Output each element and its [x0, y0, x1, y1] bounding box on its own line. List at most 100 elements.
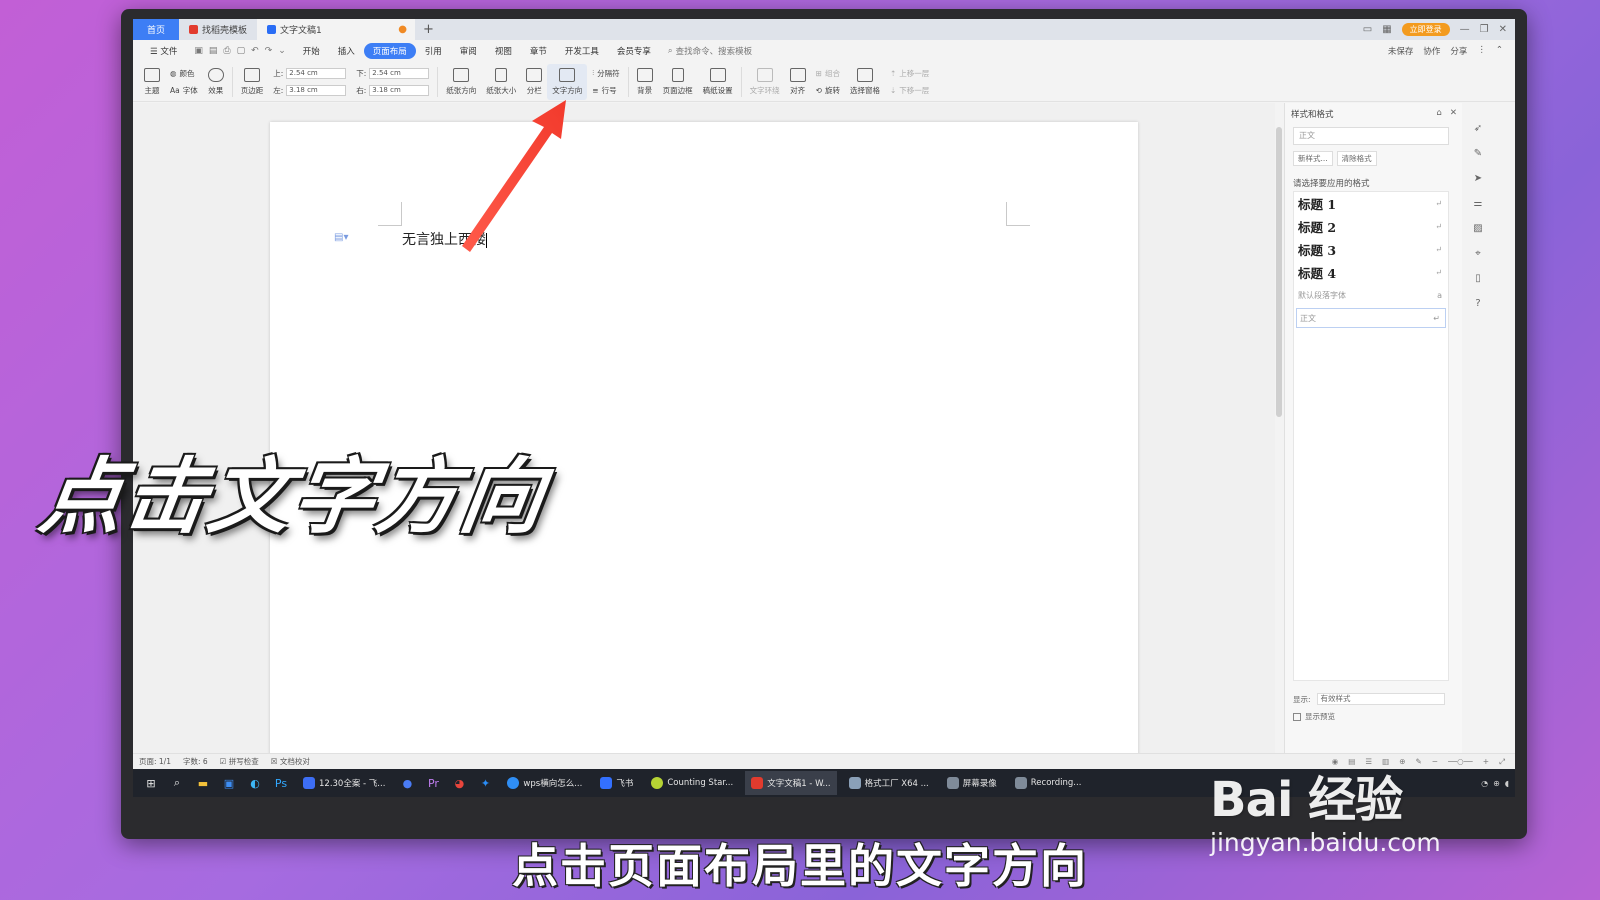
rotate-button[interactable]: ⟲ 旋转 [816, 85, 840, 96]
current-style-select[interactable]: 正文 [1293, 127, 1449, 145]
mail-icon[interactable]: ▣ [219, 773, 239, 793]
page-count[interactable]: 页面: 1/1 [139, 756, 171, 767]
sliders-icon[interactable]: ⚌ [1474, 198, 1483, 209]
layout-icon[interactable]: ▭ [1363, 24, 1372, 35]
volume-icon[interactable]: ◖ [1505, 779, 1509, 788]
proofread[interactable]: ☒ 文档校对 [271, 756, 310, 767]
font-button[interactable]: Aa 字体 [170, 85, 198, 96]
manuscript-button[interactable]: 稿纸设置 [698, 64, 738, 100]
maximize-button[interactable]: ❐ [1480, 24, 1489, 35]
taskbar-search-icon[interactable]: ⌕ [167, 773, 187, 793]
bring-forward-button[interactable]: ⇡ 上移一层 [890, 68, 929, 79]
browser-icon[interactable]: ◐ [245, 773, 265, 793]
send-backward-button[interactable]: ⇣ 下移一层 [890, 85, 929, 96]
tab-document[interactable]: 文字文稿1 ● [257, 19, 416, 40]
cursor-icon[interactable]: ➤ [1474, 173, 1482, 184]
apps-grid-icon[interactable]: ▦ [1382, 24, 1391, 35]
style-normal[interactable]: 正文 ↵ [1296, 308, 1446, 328]
style-heading-2[interactable]: 标题 2 ↵ [1294, 215, 1448, 238]
document-text[interactable]: 无言独上西楼 [402, 229, 487, 249]
page-border-button[interactable]: 页面边框 [658, 64, 698, 100]
location-icon[interactable]: ⌖ [1475, 248, 1481, 259]
menu-start[interactable]: 开始 [294, 43, 329, 59]
word-count[interactable]: 字数: 6 [183, 756, 208, 767]
redo-icon[interactable]: ↷ [265, 46, 273, 56]
select-pane-button[interactable]: 选择窗格 [845, 64, 885, 100]
menu-file[interactable]: ☰ 文件 [141, 43, 186, 59]
zoom-in-icon[interactable]: + [1483, 757, 1489, 767]
theme-button[interactable]: 主题 [139, 64, 165, 100]
network-icon[interactable]: ⊕ [1493, 779, 1500, 788]
align-button[interactable]: 对齐 [785, 64, 811, 100]
pen-icon[interactable]: ✎ [1416, 757, 1422, 767]
collaborate-button[interactable]: 协作 [1423, 45, 1440, 57]
share-button[interactable]: 分享 [1450, 45, 1467, 57]
tray-icon[interactable]: ◔ [1481, 779, 1488, 788]
clear-format-button[interactable]: 清除格式 [1336, 151, 1377, 166]
taskbar-app-format-factory[interactable]: 格式工厂 X64 ... [843, 771, 935, 795]
panel-close-icon[interactable]: ✕ [1450, 108, 1457, 120]
taskbar-app-feishu-doc[interactable]: 12.30全案 - 飞... [297, 771, 391, 795]
export-icon[interactable]: ▤ [209, 46, 218, 56]
show-preview-option[interactable]: 显示预览 [1293, 711, 1335, 722]
show-filter-select[interactable]: 有效样式 [1316, 693, 1445, 705]
windows-start-icon[interactable]: ⊞ [141, 773, 161, 793]
right-margin-input[interactable]: 3.18 cm [369, 84, 430, 96]
preview-icon[interactable]: ▢ [237, 46, 246, 56]
line-numbers-button[interactable]: ≡ 行号 [592, 85, 619, 96]
menu-insert[interactable]: 插入 [329, 43, 364, 59]
rocket-icon[interactable]: ➶ [1474, 123, 1482, 134]
vertical-scrollbar[interactable] [1275, 103, 1283, 753]
close-button[interactable]: ✕ [1499, 24, 1507, 35]
book-icon[interactable]: ▯ [1475, 273, 1481, 284]
zoom-out-icon[interactable]: − [1432, 757, 1438, 767]
new-style-button[interactable]: 新样式... [1293, 151, 1333, 166]
columns-button[interactable]: 分栏 [521, 64, 547, 100]
premiere-icon[interactable]: Pr [423, 773, 443, 793]
taskbar-app-music[interactable]: Counting Star... [645, 771, 739, 795]
show-preview-checkbox[interactable] [1293, 712, 1301, 721]
margins-button[interactable]: 页边距 [236, 64, 269, 100]
scrollbar-thumb[interactable] [1276, 127, 1282, 417]
text-wrap-button[interactable]: 文字环绕 [745, 64, 785, 100]
taskbar-app-wps-writer[interactable]: 文字文稿1 - W... [745, 771, 837, 795]
image-icon[interactable]: ▨ [1473, 223, 1482, 234]
new-tab-button[interactable]: + [415, 19, 442, 40]
menu-review[interactable]: 审阅 [451, 43, 486, 59]
taskbar-app-recording[interactable]: Recording... [1009, 771, 1088, 795]
menu-member[interactable]: 会员专享 [608, 43, 660, 59]
color-button[interactable]: ◍ 颜色 [170, 68, 198, 79]
print-icon[interactable]: ⎙ [223, 46, 230, 56]
collapse-ribbon-icon[interactable]: ⌃ [1496, 45, 1503, 57]
zoom-slider[interactable]: ──○── [1448, 757, 1473, 767]
help-icon[interactable]: ? [1475, 298, 1480, 309]
bird-icon[interactable]: ✦ [475, 773, 495, 793]
menu-page-layout[interactable]: 页面布局 [363, 43, 416, 59]
top-margin-input[interactable]: 2.54 cm [286, 67, 347, 79]
fullscreen-icon[interactable]: ⤢ [1499, 757, 1505, 767]
menu-dev-tools[interactable]: 开发工具 [556, 43, 608, 59]
minimize-button[interactable]: — [1460, 24, 1470, 35]
tab-templates[interactable]: 找稻壳模板 [179, 19, 257, 40]
menu-view[interactable]: 视图 [486, 43, 521, 59]
undo-icon[interactable]: ↶ [251, 46, 259, 56]
style-heading-1[interactable]: 标题 1 ↵ [1294, 192, 1448, 215]
tab-home[interactable]: 首页 [133, 19, 179, 40]
taskbar-app-feishu[interactable]: 飞书 [594, 771, 639, 795]
style-heading-4[interactable]: 标题 4 ↵ [1294, 261, 1448, 284]
menu-chapter[interactable]: 章节 [521, 43, 556, 59]
group-button[interactable]: ⊞ 组合 [816, 68, 840, 79]
brush-icon[interactable]: ✎ [1474, 148, 1482, 159]
photoshop-icon[interactable]: Ps [271, 773, 291, 793]
style-default-font[interactable]: 默认段落字体 a [1294, 284, 1448, 306]
paper-size-button[interactable]: 纸张大小 [481, 64, 521, 100]
more-icon[interactable]: ⋮ [1477, 45, 1486, 57]
background-button[interactable]: 背景 [632, 64, 658, 100]
command-search[interactable]: ⌕ 查找命令、搜索模板 [668, 45, 752, 57]
orientation-button[interactable]: 纸张方向 [441, 64, 481, 100]
login-button[interactable]: 立即登录 [1401, 23, 1450, 36]
chrome-icon[interactable]: ◕ [449, 773, 469, 793]
save-icon[interactable]: ▣ [194, 46, 203, 56]
style-heading-3[interactable]: 标题 3 ↵ [1294, 238, 1448, 261]
breaks-button[interactable]: ⫶ 分隔符 [592, 68, 619, 79]
